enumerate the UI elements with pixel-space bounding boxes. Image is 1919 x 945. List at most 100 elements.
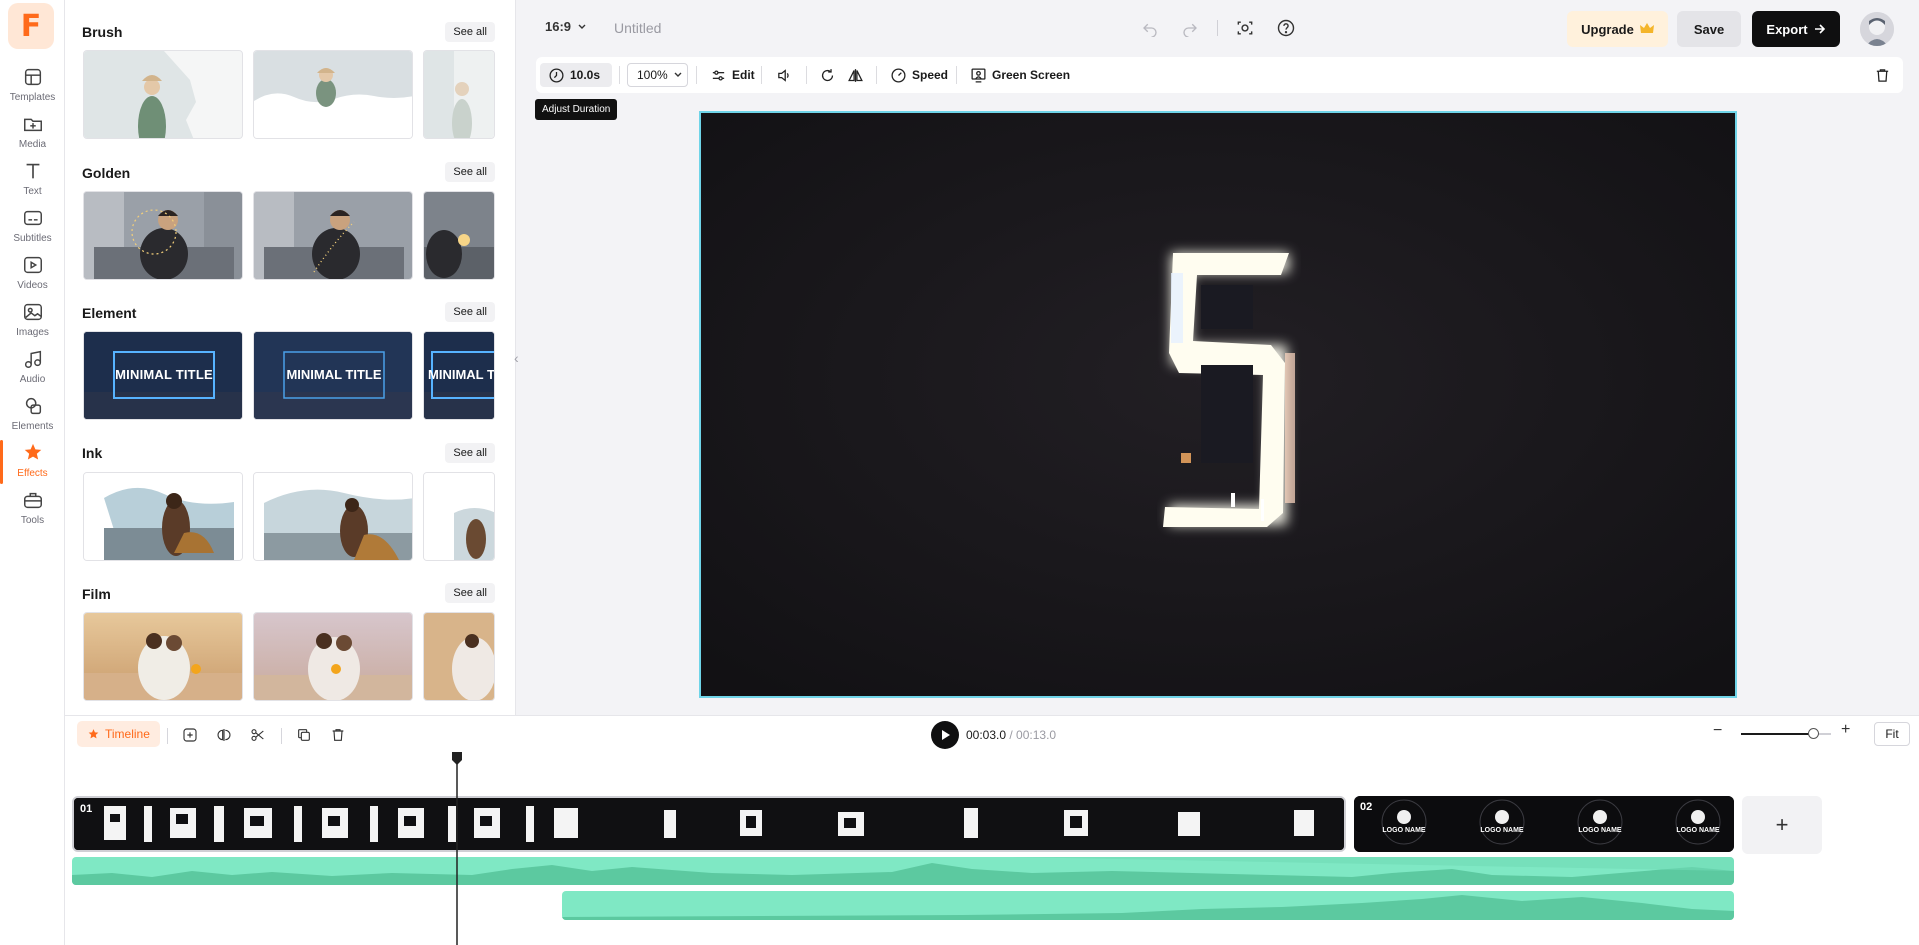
effect-thumb-brush-1[interactable] <box>83 50 243 139</box>
video-preview-canvas[interactable] <box>699 111 1737 698</box>
topbar-divider <box>1217 20 1218 36</box>
section-title-golden: Golden <box>82 165 130 181</box>
timeline-divider <box>281 728 282 744</box>
effect-thumb-ink-1[interactable] <box>83 472 243 561</box>
rail-label-templates: Templates <box>10 92 56 103</box>
effect-thumb-element-3[interactable]: MINIMAL TITLE <box>423 331 495 420</box>
effect-thumb-film-3[interactable] <box>423 612 495 701</box>
effect-thumb-element-1[interactable]: MINIMAL TITLE <box>83 331 243 420</box>
zoom-select[interactable]: 100% <box>627 63 688 87</box>
rail-item-tools[interactable]: Tools <box>0 483 65 535</box>
see-all-film-button[interactable]: See all <box>445 583 495 603</box>
current-time: 00:03.0 <box>966 728 1006 742</box>
rail-label-subtitles: Subtitles <box>13 233 51 244</box>
clip-number-02: 02 <box>1360 801 1372 813</box>
edit-button[interactable]: Edit <box>710 63 755 87</box>
timeline-panel: Timeline 00:03.0 / 00:13.0 − + Fit 01 <box>65 715 1919 945</box>
rail-item-media[interactable]: Media <box>0 107 65 159</box>
timeline-zoom-handle[interactable] <box>1808 728 1819 739</box>
split-icon[interactable] <box>213 724 235 746</box>
effects-panel: Brush See all Golden See all Element See… <box>65 0 516 715</box>
export-button[interactable]: Export <box>1752 11 1840 47</box>
templates-icon <box>22 66 44 88</box>
flip-icon[interactable] <box>847 63 864 87</box>
rail-label-effects: Effects <box>17 468 47 479</box>
toolbar-divider <box>956 66 957 84</box>
rail-item-subtitles[interactable]: Subtitles <box>0 201 65 253</box>
play-button[interactable] <box>931 721 959 749</box>
delete-clip-icon[interactable] <box>1874 63 1891 87</box>
adjust-duration-button[interactable]: 10.0s <box>540 63 612 87</box>
toolbar-divider <box>696 66 697 84</box>
redo-icon[interactable] <box>1178 16 1202 40</box>
aspect-ratio-select[interactable]: 16:9 <box>545 19 587 34</box>
see-all-golden-button[interactable]: See all <box>445 162 495 182</box>
green-screen-button[interactable]: Green Screen <box>970 63 1070 87</box>
volume-icon[interactable] <box>776 63 793 87</box>
audio-track-2[interactable] <box>562 891 1734 920</box>
see-all-element-button[interactable]: See all <box>445 302 495 322</box>
preview-screen-icon[interactable] <box>1233 16 1257 40</box>
toolbar-divider <box>619 66 620 84</box>
zoom-in-icon[interactable]: + <box>1841 721 1850 739</box>
element-thumb-text-2: MINIMAL TITLE <box>254 367 413 382</box>
timeline-tab[interactable]: Timeline <box>77 721 160 747</box>
trash-icon[interactable] <box>327 724 349 746</box>
adjust-duration-tooltip: Adjust Duration <box>535 99 617 120</box>
rail-item-images[interactable]: Images <box>0 295 65 347</box>
rail-item-text[interactable]: Text <box>0 154 65 206</box>
effect-thumb-ink-3[interactable] <box>423 472 495 561</box>
speed-button[interactable]: Speed <box>890 63 948 87</box>
effect-thumb-golden-3[interactable] <box>423 191 495 280</box>
app-logo[interactable]: F <box>8 3 54 49</box>
rail-item-videos[interactable]: Videos <box>0 248 65 300</box>
rail-item-audio[interactable]: Audio <box>0 342 65 394</box>
effect-thumb-brush-3[interactable] <box>423 50 495 139</box>
crown-icon <box>1640 23 1654 35</box>
images-icon <box>22 301 44 323</box>
rail-item-templates[interactable]: Templates <box>0 60 65 112</box>
effect-thumb-element-2[interactable]: MINIMAL TITLE <box>253 331 413 420</box>
effect-thumb-film-2[interactable] <box>253 612 413 701</box>
text-icon <box>22 160 44 182</box>
see-all-ink-button[interactable]: See all <box>445 443 495 463</box>
rail-item-effects[interactable]: Effects <box>0 436 65 488</box>
see-all-brush-button[interactable]: See all <box>445 22 495 42</box>
toolbar-divider <box>806 66 807 84</box>
effect-thumb-brush-2[interactable] <box>253 50 413 139</box>
save-button[interactable]: Save <box>1677 11 1741 47</box>
video-clip-02[interactable]: 02 LOGO NAME LOGO NAME LOGO NAME LOGO NA… <box>1354 796 1734 852</box>
zoom-out-icon[interactable]: − <box>1713 722 1722 740</box>
upgrade-button[interactable]: Upgrade <box>1567 11 1668 47</box>
chevron-down-icon <box>577 22 587 32</box>
effect-thumb-golden-1[interactable] <box>83 191 243 280</box>
duplicate-icon[interactable] <box>293 724 315 746</box>
collapse-panel-chevron-icon[interactable]: ‹ <box>514 338 526 378</box>
effects-icon <box>22 442 44 464</box>
clip2-logo-text-2: LOGO NAME <box>1477 827 1527 834</box>
scissors-icon[interactable] <box>247 724 269 746</box>
fit-button[interactable]: Fit <box>1874 722 1910 746</box>
document-title[interactable]: Untitled <box>614 20 661 36</box>
rail-item-elements[interactable]: Elements <box>0 389 65 441</box>
add-track-icon[interactable] <box>179 724 201 746</box>
clip2-logo-text-1: LOGO NAME <box>1379 827 1429 834</box>
total-time: / 00:13.0 <box>1009 728 1056 742</box>
undo-icon[interactable] <box>1138 16 1162 40</box>
effect-thumb-golden-2[interactable] <box>253 191 413 280</box>
add-clip-button[interactable]: + <box>1742 796 1822 854</box>
rail-label-media: Media <box>19 139 46 150</box>
rail-label-tools: Tools <box>21 515 44 526</box>
video-clip-01[interactable]: 01 <box>72 796 1346 852</box>
timeline-effects-icon <box>87 728 100 741</box>
help-icon[interactable] <box>1274 16 1298 40</box>
rail-label-elements: Elements <box>12 421 54 432</box>
playhead[interactable] <box>450 752 464 945</box>
audio-track-1[interactable] <box>72 857 1734 885</box>
rotate-icon[interactable] <box>819 63 836 87</box>
upgrade-label: Upgrade <box>1581 22 1634 37</box>
tools-icon <box>22 489 44 511</box>
effect-thumb-film-1[interactable] <box>83 612 243 701</box>
user-avatar[interactable] <box>1860 12 1894 46</box>
effect-thumb-ink-2[interactable] <box>253 472 413 561</box>
